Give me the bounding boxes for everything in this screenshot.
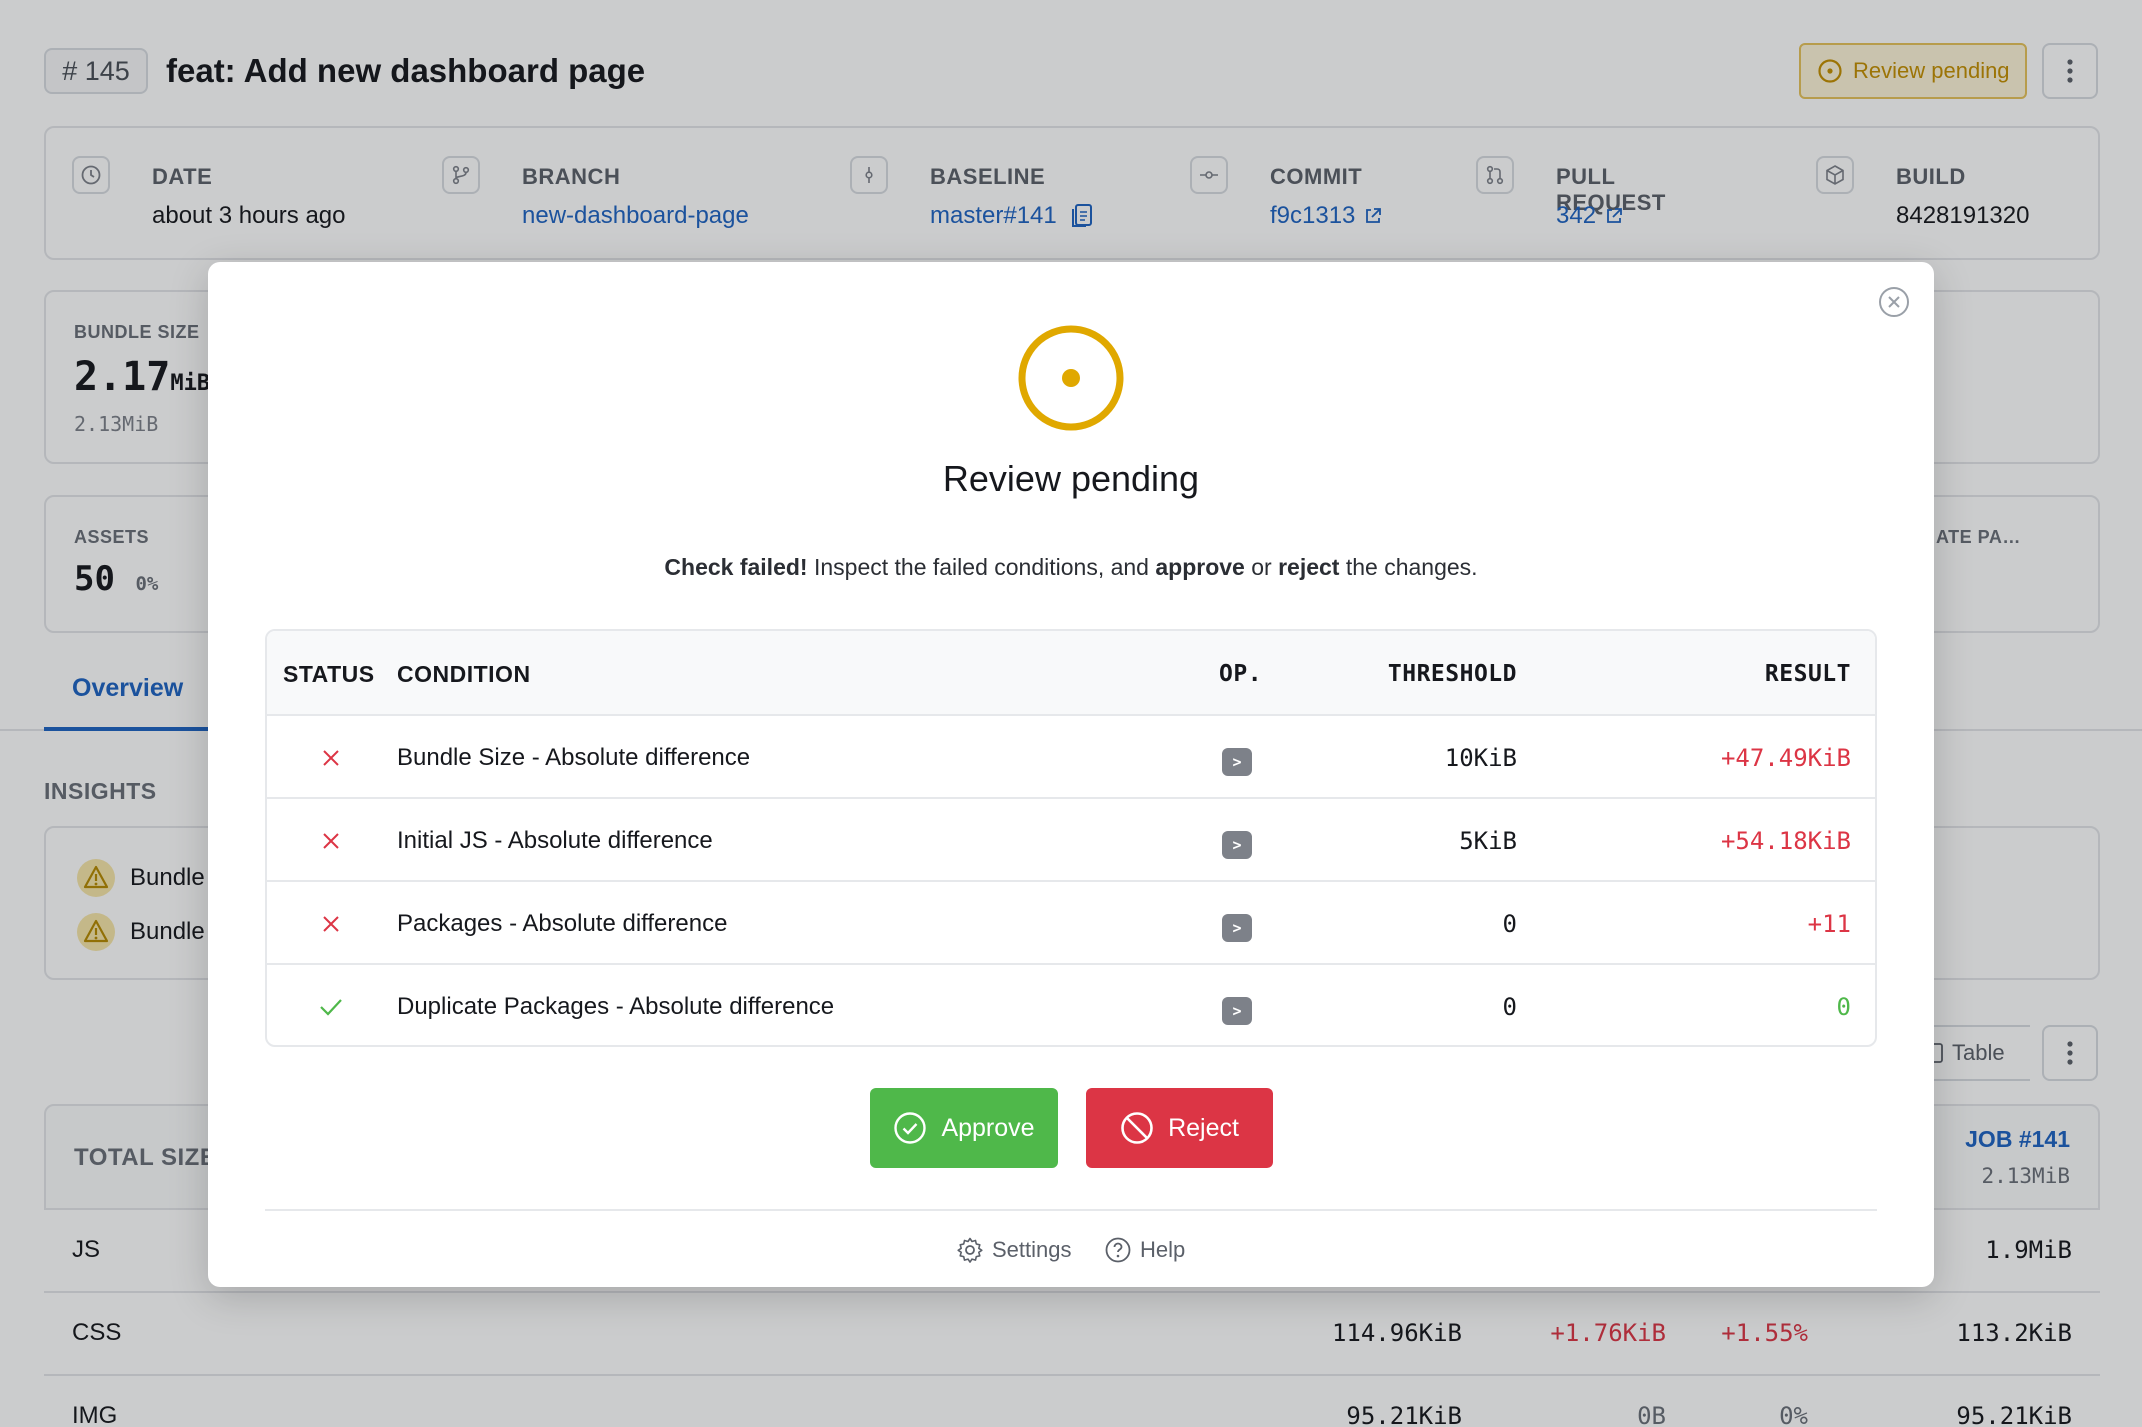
- pending-large-icon: [1018, 325, 1124, 431]
- check-circle-icon: [894, 1112, 927, 1144]
- condition-row: Initial JS - Absolute difference > 5KiB …: [267, 797, 1875, 880]
- operator-badge: >: [1222, 914, 1252, 942]
- close-icon: [1879, 287, 1909, 317]
- settings-link[interactable]: Settings: [956, 1236, 1072, 1264]
- passed-icon: [320, 999, 342, 1016]
- help-icon: [1105, 1237, 1131, 1263]
- failed-icon: [323, 916, 339, 932]
- review-modal: Review pending Check failed! Inspect the…: [208, 262, 1934, 1287]
- modal-title: Review pending: [942, 458, 1200, 499]
- operator-badge: >: [1222, 997, 1252, 1025]
- modal-footer-divider: [265, 1209, 1877, 1211]
- modal-message: Check failed! Inspect the failed conditi…: [664, 554, 1478, 580]
- condition-row: Duplicate Packages - Absolute difference…: [267, 963, 1875, 1045]
- close-button[interactable]: [1876, 284, 1912, 320]
- condition-row: Packages - Absolute difference > 0 +11: [267, 880, 1875, 963]
- conditions-header: STATUS CONDITION OP. THRESHOLD RESULT: [267, 631, 1875, 714]
- operator-badge: >: [1222, 748, 1252, 776]
- failed-icon: [323, 750, 339, 766]
- ban-icon: [1121, 1112, 1153, 1144]
- conditions-table: STATUS CONDITION OP. THRESHOLD RESULT Bu…: [265, 629, 1877, 1047]
- approve-button[interactable]: Approve: [870, 1088, 1058, 1168]
- operator-badge: >: [1222, 831, 1252, 859]
- reject-button[interactable]: Reject: [1086, 1088, 1273, 1168]
- gear-icon: [957, 1237, 983, 1263]
- failed-icon: [323, 833, 339, 849]
- help-link[interactable]: Help: [1104, 1236, 1185, 1264]
- condition-row: Bundle Size - Absolute difference > 10Ki…: [267, 714, 1875, 797]
